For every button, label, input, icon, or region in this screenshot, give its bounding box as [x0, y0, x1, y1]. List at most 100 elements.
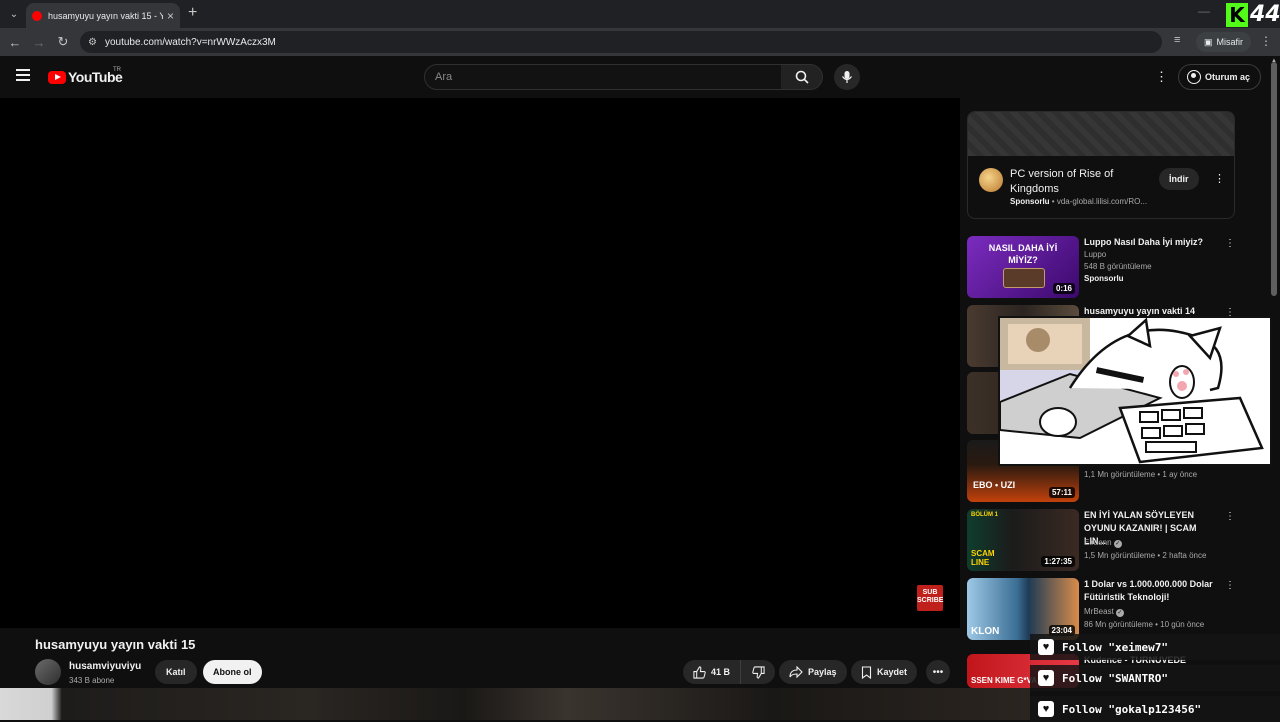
verified-icon: ✓	[1113, 540, 1122, 548]
list-item[interactable]: KLON 23:04 1 Dolar vs 1.000.000.000 Dola…	[967, 578, 1237, 640]
like-count: 41 B	[710, 667, 730, 677]
close-tab-icon[interactable]: ×	[167, 9, 174, 23]
search-button[interactable]	[781, 64, 823, 90]
page-scrollbar[interactable]	[1271, 62, 1277, 296]
list-item[interactable]: BÖLÜM 1 SCAM LINE 1:27:35 EN İYİ YALAN S…	[967, 509, 1237, 571]
webcam-overlay	[0, 688, 1030, 720]
list-item[interactable]: NASIL DAHA İYİ MİYİZ? 0:16 Luppo Nasıl D…	[967, 236, 1237, 298]
reload-icon[interactable]: ↻	[54, 33, 72, 51]
search-input[interactable]: Ara	[424, 64, 782, 90]
rec-title[interactable]: Luppo Nasıl Daha İyi miyiz?	[1084, 236, 1220, 249]
forward-icon[interactable]: →	[30, 33, 48, 51]
join-button[interactable]: Katıl	[155, 660, 197, 684]
search-icon	[795, 70, 809, 84]
duration-badge: 57:11	[1048, 487, 1075, 498]
rec-kebab-icon[interactable]: ⋮	[1225, 238, 1235, 249]
thumbnail-text: EBO • UZI	[973, 480, 1016, 490]
follow-text: Follow "gokalp123456"	[1062, 702, 1202, 716]
minimize-icon[interactable]: —	[1198, 4, 1210, 18]
youtube-header: YouTube TR Ara ⋮ Oturum aç	[0, 56, 1270, 98]
save-label: Kaydet	[877, 667, 908, 677]
video-player[interactable]	[0, 98, 960, 628]
share-label: Paylaş	[808, 667, 837, 677]
channel-row: husamviyuviyu 343 B abone Katıl Abone ol…	[35, 658, 955, 688]
site-info-icon[interactable]: ⚙	[88, 37, 97, 48]
chrome-menu-icon[interactable]: ⋮	[1260, 34, 1272, 48]
video-thumbnail[interactable]: KLON 23:04	[967, 578, 1079, 640]
rec-views: 1,1 Mn görüntüleme • 1 ay önce	[1084, 470, 1198, 479]
save-button[interactable]: Kaydet	[851, 660, 918, 684]
video-title: husamyuyu yayın vakti 15	[35, 637, 196, 652]
tab-title: husamyuyu yayın vakti 15 - YouTube	[48, 10, 163, 21]
share-button[interactable]: Paylaş	[779, 660, 847, 684]
video-thumbnail[interactable]: BÖLÜM 1 SCAM LINE 1:27:35	[967, 509, 1079, 571]
address-bar-row: ← → ↻ ⚙ youtube.com/watch?v=nrWWzAczx3M …	[0, 28, 1280, 56]
youtube-favicon-icon	[32, 10, 42, 21]
thumbs-up-icon	[693, 665, 706, 679]
signin-button[interactable]: Oturum aç	[1178, 64, 1262, 90]
rec-sponsored: Sponsorlu	[1084, 274, 1124, 283]
rec-channel[interactable]: MrBeast ✓	[1084, 607, 1124, 617]
dislike-button[interactable]	[741, 660, 775, 684]
kick-count: 44	[1250, 2, 1280, 27]
bookmark-icon	[861, 665, 872, 679]
follow-text: Follow "xeimew7"	[1062, 640, 1168, 654]
search-placeholder: Ara	[435, 71, 453, 83]
follow-text: Follow "SWANTRO"	[1062, 671, 1168, 685]
rec-views: 548 B görüntüleme	[1084, 262, 1152, 271]
youtube-play-icon	[48, 70, 66, 84]
rec-channel[interactable]: Luppo	[1084, 250, 1106, 259]
rec-kebab-icon[interactable]: ⋮	[1225, 580, 1235, 591]
subscribe-button[interactable]: Abone ol	[203, 660, 262, 684]
video-thumbnail[interactable]: NASIL DAHA İYİ MİYİZ? 0:16	[967, 236, 1079, 298]
episode-badge: BÖLÜM 1	[971, 512, 998, 518]
follow-alert: ♥ Follow "SWANTRO"	[1030, 665, 1280, 691]
ad-kebab-icon[interactable]: ⋮	[1214, 172, 1225, 185]
settings-kebab-icon[interactable]: ⋮	[1155, 69, 1168, 85]
rec-views: 86 Mn görüntüleme • 10 gün önce	[1084, 620, 1205, 629]
account-icon	[1187, 70, 1201, 84]
channel-name[interactable]: husamviyuviyu	[69, 661, 141, 672]
voice-search-button[interactable]	[834, 64, 860, 90]
youtube-logo[interactable]: YouTube	[48, 69, 123, 85]
more-actions-icon[interactable]: •••	[926, 660, 950, 684]
ad-card[interactable]: PC version of Rise of Kingdoms Sponsorlu…	[967, 111, 1235, 219]
ad-banner-image[interactable]	[968, 112, 1234, 156]
channel-avatar[interactable]	[35, 659, 61, 685]
menu-icon[interactable]	[16, 69, 30, 81]
ad-sponsor-label: Sponsorlu	[1010, 197, 1050, 206]
rec-channel-name: Elraenn	[1084, 538, 1112, 547]
tab-search-icon[interactable]: ⌄	[6, 6, 22, 22]
ad-title[interactable]: PC version of Rise of Kingdoms	[1010, 167, 1128, 197]
profile-button[interactable]: ▣ Misafir	[1196, 32, 1252, 52]
heart-icon: ♥	[1038, 701, 1054, 717]
heart-icon: ♥	[1038, 670, 1054, 686]
browser-tab[interactable]: husamyuyu yayın vakti 15 - YouTube ×	[26, 3, 180, 28]
new-tab-icon[interactable]: +	[188, 4, 197, 22]
url-text: youtube.com/watch?v=nrWWzAczx3M	[104, 36, 276, 48]
ad-app-icon	[979, 168, 1003, 192]
url-field[interactable]: ⚙ youtube.com/watch?v=nrWWzAczx3M	[80, 31, 1162, 53]
rec-title[interactable]: 1 Dolar vs 1.000.000.000 Dolar Fütüristi…	[1084, 578, 1220, 604]
reading-mode-icon[interactable]: ≡	[1174, 34, 1180, 46]
kick-overlay: K 44	[1226, 2, 1280, 27]
microphone-icon	[842, 71, 852, 83]
verified-icon: ✓	[1115, 609, 1124, 617]
bongo-cat-overlay	[998, 316, 1272, 466]
profile-icon: ▣	[1204, 36, 1213, 47]
rec-views: 1,5 Mn görüntüleme • 2 hafta önce	[1084, 551, 1207, 560]
profile-label: Misafir	[1216, 37, 1244, 47]
follow-alert: ♥ Follow "gokalp123456"	[1030, 696, 1280, 722]
rec-channel[interactable]: Elraenn ✓	[1084, 538, 1122, 548]
ad-download-button[interactable]: İndir	[1159, 168, 1199, 190]
subscribe-watermark[interactable]: SUB SCRIBE	[917, 585, 943, 611]
duration-badge: 1:27:35	[1041, 556, 1075, 567]
back-icon[interactable]: ←	[6, 33, 24, 51]
thumbnail-text: SCAM LINE	[971, 549, 995, 567]
rec-channel-name: MrBeast	[1084, 607, 1114, 616]
thumbs-down-icon	[751, 665, 765, 679]
like-button[interactable]: 41 B	[683, 660, 741, 684]
rec-kebab-icon[interactable]: ⋮	[1225, 511, 1235, 522]
follow-alert: ♥ Follow "xeimew7"	[1030, 634, 1280, 660]
thumbnail-text: NASIL DAHA İYİ MİYİZ?	[988, 243, 1058, 265]
